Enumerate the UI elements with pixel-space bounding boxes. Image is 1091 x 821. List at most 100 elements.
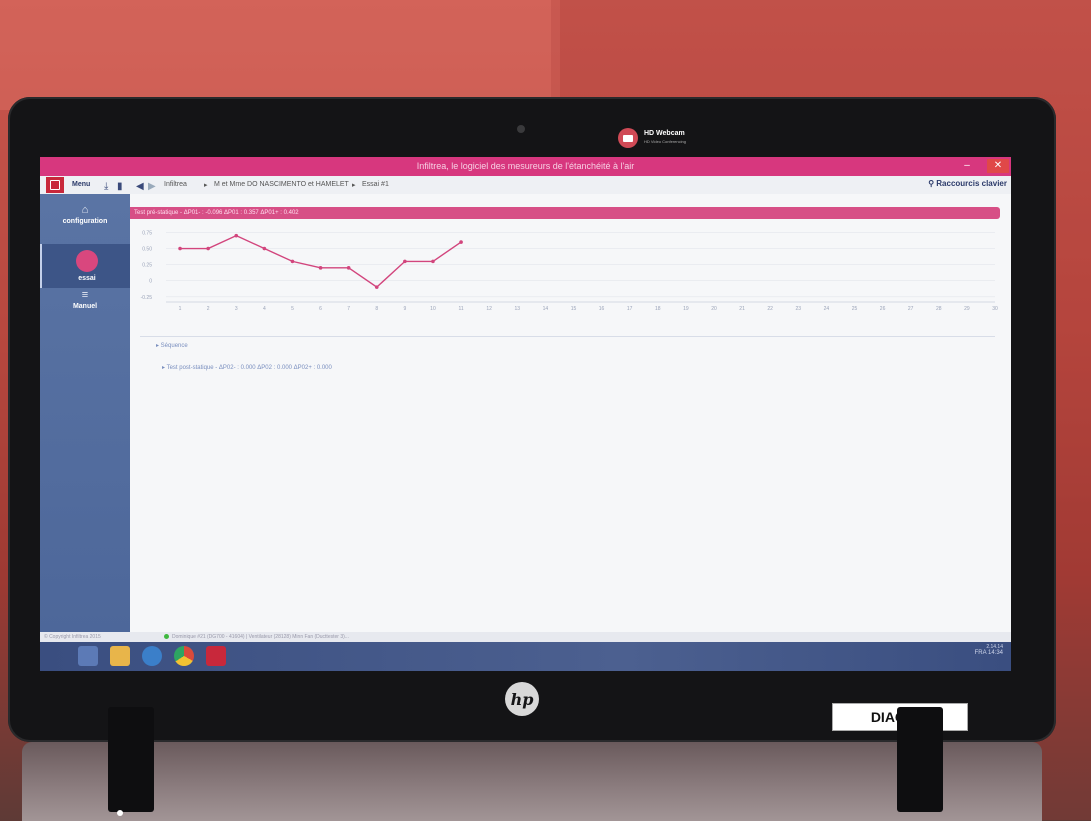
x-tick-label: 23 bbox=[796, 306, 802, 312]
section-divider bbox=[140, 336, 995, 337]
infiltrea-taskbar-icon[interactable] bbox=[206, 646, 226, 666]
x-tick-label: 1 bbox=[179, 306, 182, 312]
device-status: Dominique #21 (DG700 - 41604) | Ventilat… bbox=[172, 634, 349, 640]
sidebar-item-configuration[interactable]: ⌂ configuration bbox=[40, 204, 130, 225]
shortcut-link[interactable]: ⚲ Raccourcis clavier bbox=[928, 179, 1007, 188]
power-led-icon bbox=[117, 810, 123, 816]
internet-explorer-icon[interactable] bbox=[142, 646, 162, 666]
connection-status-icon bbox=[164, 634, 169, 639]
x-tick-label: 25 bbox=[852, 306, 858, 312]
data-point bbox=[459, 240, 463, 244]
background-wall bbox=[0, 0, 560, 110]
menubar: Menu ⤓ ▮ ◀ ▶ Infiltrea ▸ M et Mme DO NAS… bbox=[40, 176, 1011, 195]
webcam-icon bbox=[618, 128, 638, 148]
x-tick-label: 16 bbox=[599, 306, 605, 312]
laptop-hinge-left bbox=[108, 707, 154, 812]
taskbar-clock[interactable]: FRA 14:34 bbox=[975, 650, 1003, 656]
y-tick-label: 0.50 bbox=[142, 247, 152, 253]
laptop-hinge-right bbox=[897, 707, 943, 812]
x-tick-label: 21 bbox=[739, 306, 745, 312]
data-point bbox=[374, 285, 379, 289]
data-point bbox=[431, 259, 435, 264]
x-tick-label: 15 bbox=[571, 306, 577, 312]
x-tick-label: 8 bbox=[375, 306, 378, 312]
breadcrumb-infiltrea[interactable]: Infiltrea bbox=[164, 181, 187, 188]
x-tick-label: 6 bbox=[319, 306, 322, 312]
data-point bbox=[403, 259, 407, 264]
laptop-screen: Infiltrea, le logiciel des mesureurs de … bbox=[40, 157, 1011, 671]
x-tick-label: 3 bbox=[235, 306, 238, 312]
sidebar-item-label: configuration bbox=[62, 218, 108, 225]
test-post-section[interactable]: ▸ Test post-statique - ΔP02- : 0.000 ΔP0… bbox=[162, 364, 332, 371]
data-point bbox=[234, 233, 239, 238]
x-tick-label: 28 bbox=[936, 306, 942, 312]
sidebar-item-label: Manuel bbox=[72, 303, 98, 310]
infiltrea-logo-icon[interactable] bbox=[46, 177, 64, 193]
x-tick-label: 22 bbox=[767, 306, 773, 312]
list-icon: ≡ bbox=[81, 289, 89, 301]
sidebar-item-manuel[interactable]: ≡ Manuel bbox=[40, 289, 130, 310]
series-line bbox=[180, 234, 462, 289]
breadcrumb-essai[interactable]: Essai #1 bbox=[362, 181, 389, 188]
main-content: Test pré-statique - ΔP01- : -0.096 ΔP01 … bbox=[130, 194, 1011, 632]
clipboard-icon[interactable]: ▮ bbox=[117, 181, 126, 192]
sequence-section[interactable]: ▸ Séquence bbox=[156, 342, 188, 349]
x-tick-label: 26 bbox=[880, 306, 886, 312]
breadcrumb-client[interactable]: M et Mme DO NASCIMENTO et HAMELET bbox=[214, 181, 349, 188]
x-tick-label: 5 bbox=[291, 306, 294, 312]
menu-button[interactable]: Menu bbox=[72, 181, 90, 188]
sidebar-item-label: essai bbox=[78, 275, 96, 282]
data-point bbox=[318, 266, 323, 270]
x-tick-label: 13 bbox=[514, 306, 520, 312]
x-tick-label: 10 bbox=[430, 306, 436, 312]
y-tick-label: 0.75 bbox=[142, 230, 152, 236]
webcam-sublabel: HD Video Conferencing bbox=[644, 139, 686, 144]
sidebar-item-essai[interactable]: essai bbox=[40, 244, 132, 288]
breadcrumb-separator-icon: ▸ bbox=[352, 182, 356, 189]
x-tick-label: 20 bbox=[711, 306, 717, 312]
data-point bbox=[262, 246, 267, 251]
location-pin-icon: ⚲ bbox=[928, 179, 935, 188]
folder-icon[interactable] bbox=[110, 646, 130, 666]
home-icon: ⌂ bbox=[81, 204, 89, 216]
minimize-button[interactable]: – bbox=[956, 159, 978, 173]
webcam-label: HD Webcam bbox=[644, 130, 685, 137]
copyright-text: © Copyright Infiltrea 2015 bbox=[44, 634, 101, 640]
y-tick-label: 0 bbox=[149, 279, 152, 285]
sidebar: ⌂ configuration essai ≡ Manuel bbox=[40, 194, 132, 632]
pressure-chart: 0.750.500.250-0.251 2 3 4 5 6 7 8 9 10 11 12 13 14 15 1… bbox=[141, 230, 998, 312]
clock-time: 14:34 bbox=[987, 650, 1003, 656]
x-tick-label: 17 bbox=[627, 306, 633, 312]
y-tick-label: -0.25 bbox=[141, 295, 153, 301]
data-point bbox=[290, 259, 295, 264]
language-indicator: FRA bbox=[974, 650, 987, 656]
data-point bbox=[178, 246, 182, 251]
x-tick-label: 29 bbox=[964, 306, 970, 312]
laptop-base bbox=[22, 742, 1042, 821]
x-tick-label: 19 bbox=[683, 306, 689, 312]
x-tick-label: 2 bbox=[207, 306, 210, 312]
webcam-badge: HD Webcam HD Video Conferencing bbox=[618, 128, 686, 148]
back-icon[interactable]: ◀ bbox=[136, 181, 145, 192]
x-tick-label: 30 bbox=[992, 306, 998, 312]
x-tick-label: 11 bbox=[458, 306, 463, 312]
windows-taskbar: 2.14.14 FRA 14:34 bbox=[40, 642, 1011, 671]
x-tick-label: 18 bbox=[655, 306, 661, 312]
test-pre-header[interactable]: Test pré-statique - ΔP01- : -0.096 ΔP01 … bbox=[130, 207, 1000, 219]
camera-lens-icon bbox=[517, 125, 525, 133]
hp-logo-icon: hp bbox=[505, 682, 539, 716]
download-icon[interactable]: ⤓ bbox=[104, 181, 113, 192]
chrome-icon[interactable] bbox=[174, 646, 194, 666]
window-titlebar: Infiltrea, le logiciel des mesureurs de … bbox=[40, 157, 1011, 176]
data-point bbox=[206, 246, 210, 251]
x-tick-label: 24 bbox=[824, 306, 830, 312]
breadcrumb-separator-icon: ▸ bbox=[204, 182, 208, 189]
y-tick-label: 0.25 bbox=[142, 263, 152, 269]
window-title: Infiltrea, le logiciel des mesureurs de … bbox=[416, 161, 635, 171]
status-bar: © Copyright Infiltrea 2015 Dominique #21… bbox=[40, 632, 1011, 642]
windows-start-icon[interactable] bbox=[78, 646, 98, 666]
x-tick-label: 4 bbox=[263, 306, 266, 312]
x-tick-label: 9 bbox=[403, 306, 406, 312]
close-button[interactable]: ✕ bbox=[987, 159, 1009, 173]
forward-icon[interactable]: ▶ bbox=[148, 181, 157, 192]
